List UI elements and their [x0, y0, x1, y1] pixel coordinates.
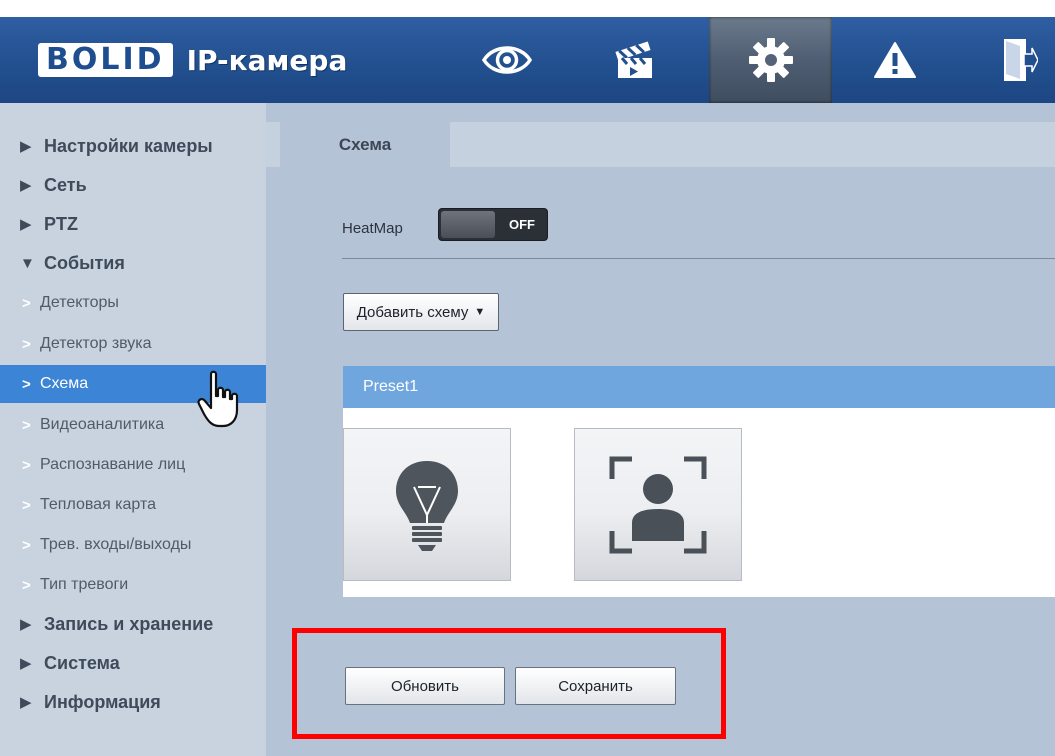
sidebar-item-label: Сеть	[44, 174, 87, 195]
sidebar-item-alarm-io[interactable]: > Трев. входы/выходы	[0, 526, 266, 564]
heatmap-toggle[interactable]: OFF	[438, 208, 548, 241]
sidebar-item-events[interactable]: ▼ События	[0, 244, 266, 282]
sidebar-item-label: Распознавание лиц	[40, 456, 186, 473]
sidebar-item-label: Схема	[40, 375, 89, 392]
sidebar-item-label: Видеоаналитика	[40, 416, 165, 433]
sidebar-item-information[interactable]: ▶ Информация	[0, 683, 266, 721]
brand-logo: BOLID IP-камера	[38, 40, 347, 80]
triangle-right-icon: ▶	[20, 694, 32, 711]
sidebar-item-label: PTZ	[44, 213, 78, 234]
triangle-right-icon: ▶	[20, 177, 32, 194]
chevron-right-icon: >	[22, 496, 31, 514]
chevron-right-icon: >	[22, 456, 31, 474]
scheme-tile-light[interactable]	[343, 428, 511, 581]
sidebar-item-label: Информация	[44, 691, 161, 712]
logout-icon	[1004, 39, 1038, 81]
section-divider	[342, 258, 1055, 259]
playback-nav[interactable]	[590, 17, 680, 103]
bolid-logo: BOLID	[38, 43, 173, 77]
sidebar-item-label: Трев. входы/выходы	[40, 536, 192, 553]
sidebar-item-face-recognition[interactable]: > Распознавание лиц	[0, 446, 266, 484]
chevron-right-icon: >	[22, 294, 31, 312]
hand-cursor-icon	[197, 370, 239, 428]
tab-strip: Схема	[266, 122, 1055, 167]
sidebar-item-audio-detector[interactable]: > Детектор звука	[0, 325, 266, 363]
sidebar-item-ptz[interactable]: ▶ PTZ	[0, 205, 266, 243]
sidebar-item-label: Детектор звука	[40, 335, 152, 352]
sidebar-item-label: Запись и хранение	[44, 613, 214, 634]
sidebar-item-camera-settings[interactable]: ▶ Настройки камеры	[0, 127, 266, 165]
triangle-down-icon: ▼	[20, 254, 35, 272]
toggle-knob	[441, 211, 495, 238]
tab-scheme[interactable]: Схема	[280, 122, 450, 167]
add-scheme-label: Добавить схему	[356, 303, 469, 321]
sidebar-item-network[interactable]: ▶ Сеть	[0, 166, 266, 204]
chevron-right-icon: >	[22, 536, 31, 554]
triangle-right-icon: ▶	[20, 655, 32, 672]
save-button[interactable]: Сохранить	[515, 667, 676, 705]
refresh-button[interactable]: Обновить	[345, 667, 505, 705]
add-scheme-dropdown[interactable]: Добавить схему ▼	[343, 293, 499, 331]
clapperboard-icon	[615, 41, 652, 78]
preset-name: Preset1	[363, 378, 419, 395]
sidebar-item-label: Тип тревоги	[40, 576, 129, 593]
toggle-state: OFF	[509, 217, 535, 232]
sidebar-item-label: Детекторы	[40, 294, 119, 311]
chevron-right-icon: >	[22, 576, 31, 594]
live-view-nav[interactable]	[462, 17, 552, 103]
lightbulb-icon	[396, 460, 458, 551]
sidebar-item-label: События	[44, 252, 125, 273]
sidebar-item-system[interactable]: ▶ Система	[0, 644, 266, 682]
sidebar-item-detectors[interactable]: > Детекторы	[0, 284, 266, 322]
gear-icon	[748, 38, 793, 82]
triangle-right-icon: ▶	[20, 616, 32, 633]
sidebar-menu: ▶ Настройки камеры ▶ Сеть ▶ PTZ ▼ Событи…	[0, 103, 266, 756]
scheme-tile-face[interactable]	[574, 428, 742, 581]
sidebar-item-alarm-type[interactable]: > Тип тревоги	[0, 566, 266, 604]
logout-nav[interactable]	[990, 17, 1050, 103]
sidebar-item-label: Настройки камеры	[44, 135, 213, 156]
sidebar-item-label: Система	[44, 652, 120, 673]
sidebar-item-recording-storage[interactable]: ▶ Запись и хранение	[0, 605, 266, 643]
chevron-right-icon: >	[22, 416, 31, 434]
caret-down-icon: ▼	[474, 306, 486, 318]
sidebar-item-label: Тепловая карта	[40, 496, 157, 513]
settings-nav[interactable]	[709, 17, 832, 103]
app-title: IP-камера	[186, 43, 348, 77]
warning-icon	[874, 42, 916, 78]
sidebar-item-heat-map[interactable]: > Тепловая карта	[0, 486, 266, 524]
preset-panel: Preset1	[343, 366, 1055, 597]
heatmap-label: HeatMap	[342, 220, 403, 237]
face-frame-icon	[609, 456, 707, 553]
preset-header: Preset1	[343, 366, 1055, 408]
triangle-right-icon: ▶	[20, 216, 32, 233]
alarm-nav[interactable]	[850, 17, 940, 103]
triangle-right-icon: ▶	[20, 138, 32, 155]
top-header: BOLID IP-камера	[0, 17, 1055, 103]
chevron-right-icon: >	[22, 375, 31, 393]
eye-icon	[482, 46, 532, 74]
chevron-right-icon: >	[22, 335, 31, 353]
